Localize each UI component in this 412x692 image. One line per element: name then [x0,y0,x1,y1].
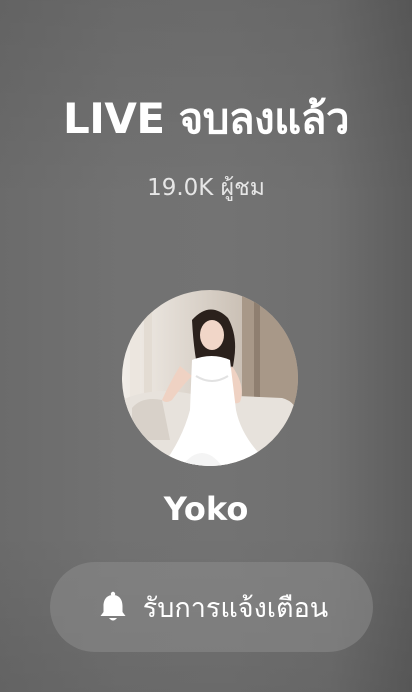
get-notifications-button[interactable]: รับการแจ้งเตือน [50,562,373,652]
host-name[interactable]: Yoko [0,490,412,528]
live-ended-title: LIVE จบลงแล้ว [62,94,350,143]
host-avatar[interactable] [122,290,298,466]
get-notifications-label: รับการแจ้งเตือน [142,592,329,624]
bell-icon [95,589,131,625]
viewer-count: 19.0K ผู้ชม [147,175,265,201]
host-avatar-image [122,290,298,466]
